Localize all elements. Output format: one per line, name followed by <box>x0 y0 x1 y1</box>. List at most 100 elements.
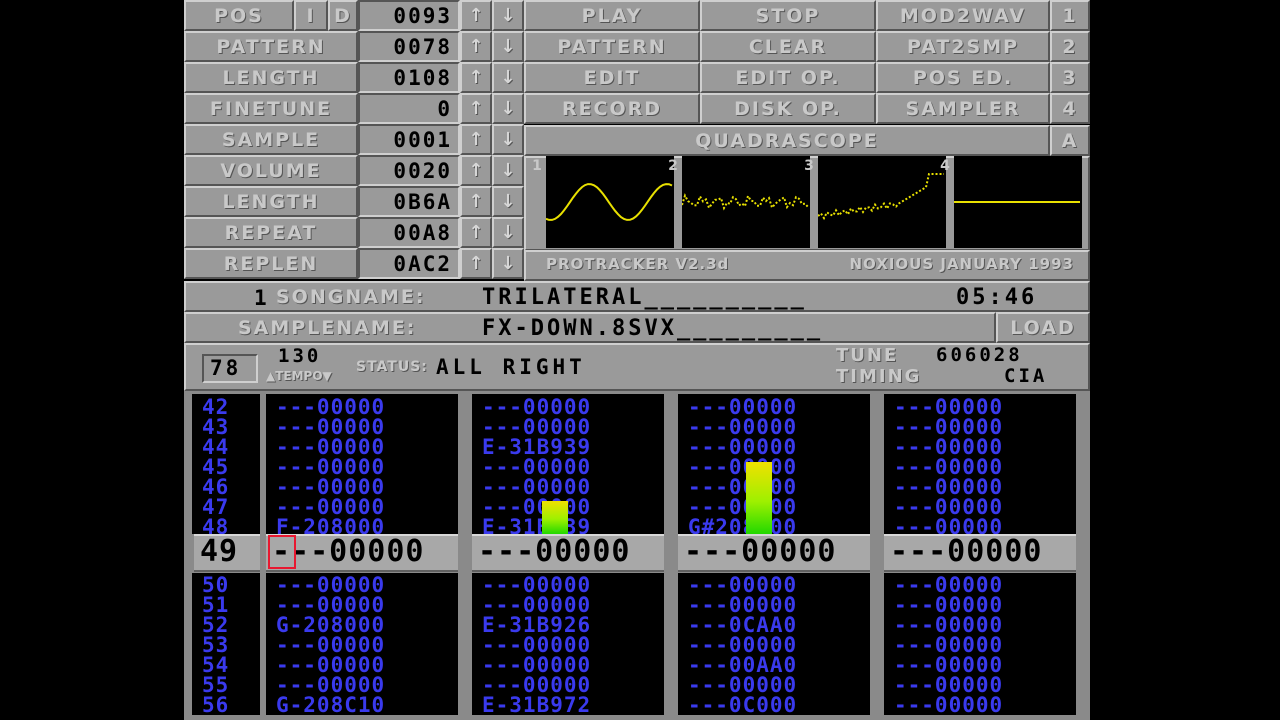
current-row-note[interactable]: ---00000 <box>884 534 1076 572</box>
current-row-note[interactable]: ---00000 <box>472 534 664 572</box>
quadrascope-key-button[interactable]: A <box>1050 125 1090 156</box>
pattern-note[interactable]: ---00000 <box>688 595 868 616</box>
pattern-note[interactable]: E-31B972 <box>482 695 662 716</box>
arrow-up-icon[interactable]: ↑ <box>460 186 492 217</box>
arrow-up-icon[interactable]: ↑ <box>460 93 492 124</box>
pattern-note[interactable]: ---00000 <box>482 497 662 518</box>
pattern-note[interactable]: ---00000 <box>894 615 1074 636</box>
field-value[interactable]: 0 <box>358 93 460 124</box>
menu-button[interactable]: DISK OP. <box>700 93 876 124</box>
pattern-note[interactable]: ---00000 <box>894 695 1074 716</box>
pattern-note[interactable]: ---00000 <box>894 397 1074 418</box>
pattern-note[interactable]: ---0CAA0 <box>688 615 868 636</box>
arrow-up-icon[interactable]: ↑ <box>460 62 492 93</box>
menu-button[interactable]: RECORD <box>524 93 700 124</box>
pattern-note[interactable]: ---00000 <box>894 635 1074 656</box>
arrow-down-icon[interactable]: ↓ <box>492 62 524 93</box>
arrow-up-icon[interactable]: ↑ <box>460 217 492 248</box>
pattern-note[interactable]: ---00000 <box>276 497 456 518</box>
pattern-note[interactable]: ---00000 <box>894 497 1074 518</box>
menu-button[interactable]: STOP <box>700 0 876 31</box>
pattern-note[interactable]: ---00000 <box>276 457 456 478</box>
arrow-up-icon[interactable]: ↑ <box>460 155 492 186</box>
menu-button[interactable]: PAT2SMP <box>876 31 1050 62</box>
arrow-up-icon[interactable]: ↑ <box>460 0 492 31</box>
menu-button[interactable]: 1 <box>1050 0 1090 31</box>
delete-button[interactable]: D <box>328 0 358 31</box>
pattern-note[interactable]: ---00000 <box>688 417 868 438</box>
samplename-value[interactable]: FX-DOWN.8SVX_________ <box>482 316 823 341</box>
menu-button[interactable]: CLEAR <box>700 31 876 62</box>
pattern-note[interactable]: ---00000 <box>894 575 1074 596</box>
pattern-note[interactable]: ---00000 <box>482 457 662 478</box>
arrow-down-icon[interactable]: ↓ <box>492 217 524 248</box>
pattern-note[interactable]: ---00000 <box>482 675 662 696</box>
pattern-note[interactable]: ---00000 <box>276 437 456 458</box>
pattern-note[interactable]: ---00000 <box>482 655 662 676</box>
pattern-note[interactable]: ---00000 <box>894 457 1074 478</box>
field-value[interactable]: 0B6A <box>358 186 460 217</box>
insert-button[interactable]: I <box>294 0 328 31</box>
pattern-note[interactable]: ---00000 <box>276 675 456 696</box>
arrow-down-icon[interactable]: ↓ <box>492 93 524 124</box>
menu-button[interactable]: 3 <box>1050 62 1090 93</box>
menu-button[interactable]: MOD2WAV <box>876 0 1050 31</box>
field-value[interactable]: 0078 <box>358 31 460 62</box>
field-value[interactable]: 0020 <box>358 155 460 186</box>
menu-button[interactable]: 4 <box>1050 93 1090 124</box>
pattern-note[interactable]: ---00000 <box>894 595 1074 616</box>
pattern-note[interactable]: ---00000 <box>482 575 662 596</box>
pattern-note[interactable]: ---00000 <box>688 497 868 518</box>
pattern-note[interactable]: ---00000 <box>482 595 662 616</box>
menu-button[interactable]: EDIT OP. <box>700 62 876 93</box>
pattern-note[interactable]: ---00000 <box>276 595 456 616</box>
pattern-note[interactable]: ---00000 <box>894 477 1074 498</box>
pattern-note[interactable]: ---00000 <box>894 417 1074 438</box>
pattern-note[interactable]: ---00000 <box>688 635 868 656</box>
pattern-note[interactable]: ---00000 <box>276 635 456 656</box>
pattern-note[interactable]: ---00000 <box>482 635 662 656</box>
pattern-note[interactable]: ---00000 <box>894 437 1074 458</box>
arrow-down-icon[interactable]: ↓ <box>492 31 524 62</box>
pattern-note[interactable]: E-31B926 <box>482 615 662 636</box>
field-value[interactable]: 0AC2 <box>358 248 460 279</box>
pattern-note[interactable]: ---0C000 <box>688 695 868 716</box>
timing-value[interactable]: CIA <box>1004 365 1047 387</box>
edit-cursor[interactable] <box>268 535 296 569</box>
menu-button[interactable]: PATTERN <box>524 31 700 62</box>
pattern-note[interactable]: ---00000 <box>894 675 1074 696</box>
pattern-note[interactable]: ---00000 <box>688 437 868 458</box>
arrow-up-icon[interactable]: ↑ <box>460 31 492 62</box>
menu-button[interactable]: EDIT <box>524 62 700 93</box>
pattern-note[interactable]: ---00000 <box>276 397 456 418</box>
pattern-note[interactable]: ---00000 <box>688 575 868 596</box>
pattern-note[interactable]: ---00000 <box>688 457 868 478</box>
pattern-note[interactable]: ---00000 <box>482 477 662 498</box>
pattern-note[interactable]: ---00000 <box>482 417 662 438</box>
menu-button[interactable]: POS ED. <box>876 62 1050 93</box>
arrow-up-icon[interactable]: ↑ <box>460 124 492 155</box>
field-value[interactable]: 00A8 <box>358 217 460 248</box>
current-row-note[interactable]: ---00000 <box>678 534 870 572</box>
arrow-up-icon[interactable]: ↑ <box>460 248 492 279</box>
pattern-note[interactable]: ---00000 <box>276 477 456 498</box>
pattern-note[interactable]: ---00000 <box>276 655 456 676</box>
pattern-note[interactable]: ---00000 <box>894 655 1074 676</box>
pattern-note[interactable]: ---00000 <box>688 675 868 696</box>
field-value[interactable]: 0108 <box>358 62 460 93</box>
pattern-note[interactable]: ---00000 <box>482 397 662 418</box>
pattern-note[interactable]: ---00000 <box>688 397 868 418</box>
field-value[interactable]: 0001 <box>358 124 460 155</box>
pattern-note[interactable]: ---00000 <box>276 417 456 438</box>
arrow-down-icon[interactable]: ↓ <box>492 0 524 31</box>
arrow-down-icon[interactable]: ↓ <box>492 186 524 217</box>
arrow-down-icon[interactable]: ↓ <box>492 155 524 186</box>
tempo-label[interactable]: ▲TEMPO▼ <box>266 369 332 383</box>
pattern-note[interactable]: G-208C10 <box>276 695 456 716</box>
menu-button[interactable]: SAMPLER <box>876 93 1050 124</box>
pattern-note[interactable]: ---00000 <box>688 477 868 498</box>
arrow-down-icon[interactable]: ↓ <box>492 124 524 155</box>
field-value[interactable]: 0093 <box>358 0 460 31</box>
pattern-note[interactable]: G-208000 <box>276 615 456 636</box>
arrow-down-icon[interactable]: ↓ <box>492 248 524 279</box>
